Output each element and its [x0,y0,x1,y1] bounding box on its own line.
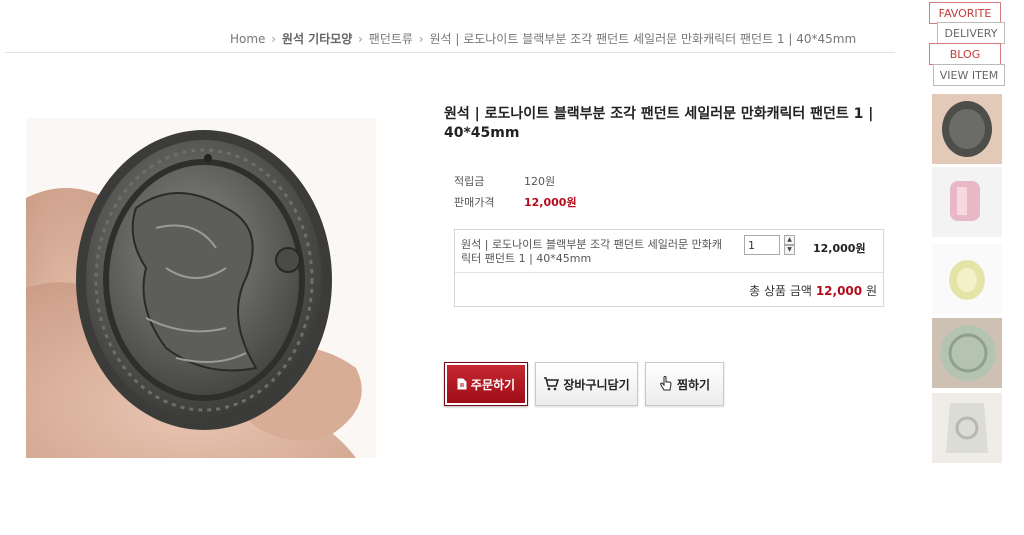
total-amount: 12,000 [815,284,863,298]
add-to-cart-button[interactable]: 장바구니담기 [535,362,638,406]
total-price: 총 상품 금액 12,000 원 [749,282,877,299]
price-value: 12,000원 [524,195,577,209]
product-main-image [26,118,376,458]
option-name: 원석 | 로도나이트 블랙부분 조각 팬던트 세일러문 만화캐릭터 팬던트 1 … [461,238,722,265]
wishlist-button[interactable]: 찜하기 [645,362,724,406]
favorite-tab[interactable]: FAVORITE [929,2,1001,24]
breadcrumb-separator-icon: › [358,32,363,46]
viewed-item-thumbnail[interactable] [932,94,1002,164]
breadcrumb-subcategory[interactable]: 팬던트류 [369,32,413,46]
viewed-item-thumbnail[interactable] [932,318,1002,388]
total-unit: 원 [865,284,877,298]
order-button[interactable]: 주문하기 [444,362,528,406]
document-icon [457,378,467,390]
points-value: 120원 [524,174,556,188]
cart-button-label: 장바구니담기 [563,377,630,392]
breadcrumb-separator-icon: › [418,32,424,46]
header-divider [5,52,895,53]
breadcrumb-separator-icon: › [271,32,277,46]
option-row: 원석 | 로도나이트 블랙부분 조각 팬던트 세일러문 만화캐릭터 팬던트 1 … [455,230,883,273]
product-info: 적립금 120원 판매가격 12,000원 [454,170,577,212]
quantity-stepper[interactable]: ▲ ▼ [784,235,795,255]
price-row: 판매가격 12,000원 [454,191,577,212]
viewed-item-thumbnail[interactable] [932,167,1002,237]
viewed-item-thumbnail[interactable] [932,393,1002,463]
wish-button-label: 찜하기 [676,377,711,392]
hand-pointer-icon [659,376,673,392]
option-box: 원석 | 로도나이트 블랙부분 조각 팬던트 세일러문 만화캐릭터 팬던트 1 … [454,229,884,307]
option-price: 12,000원 [813,242,866,255]
breadcrumb-current: 원석 | 로도나이트 블랙부분 조각 팬던트 세일러문 만화캐릭터 팬던트 1 … [429,32,857,46]
breadcrumb-category[interactable]: 원석 기타모양 [282,32,352,46]
viewed-item-thumbnail[interactable] [932,244,1002,314]
delivery-tab[interactable]: DELIVERY [937,22,1005,44]
quantity-input[interactable] [744,235,780,255]
blog-tab[interactable]: BLOG [929,43,1001,65]
quantity-down-icon[interactable]: ▼ [784,245,795,255]
breadcrumb: Home › 원석 기타모양 › 팬던트류 › 원석 | 로도나이트 블랙부분 … [230,30,896,47]
price-label: 판매가격 [454,195,495,209]
order-button-label: 주문하기 [470,377,516,392]
points-label: 적립금 [454,174,485,188]
quantity-up-icon[interactable]: ▲ [784,235,795,245]
cart-icon [543,377,560,391]
breadcrumb-home[interactable]: Home [230,32,265,46]
points-row: 적립금 120원 [454,170,577,191]
total-label: 총 상품 금액 [749,284,812,298]
product-title: 원석 | 로도나이트 블랙부분 조각 팬던트 세일러문 만화캐릭터 팬던트 1 … [444,106,874,141]
view-item-tab[interactable]: VIEW ITEM [933,64,1005,86]
